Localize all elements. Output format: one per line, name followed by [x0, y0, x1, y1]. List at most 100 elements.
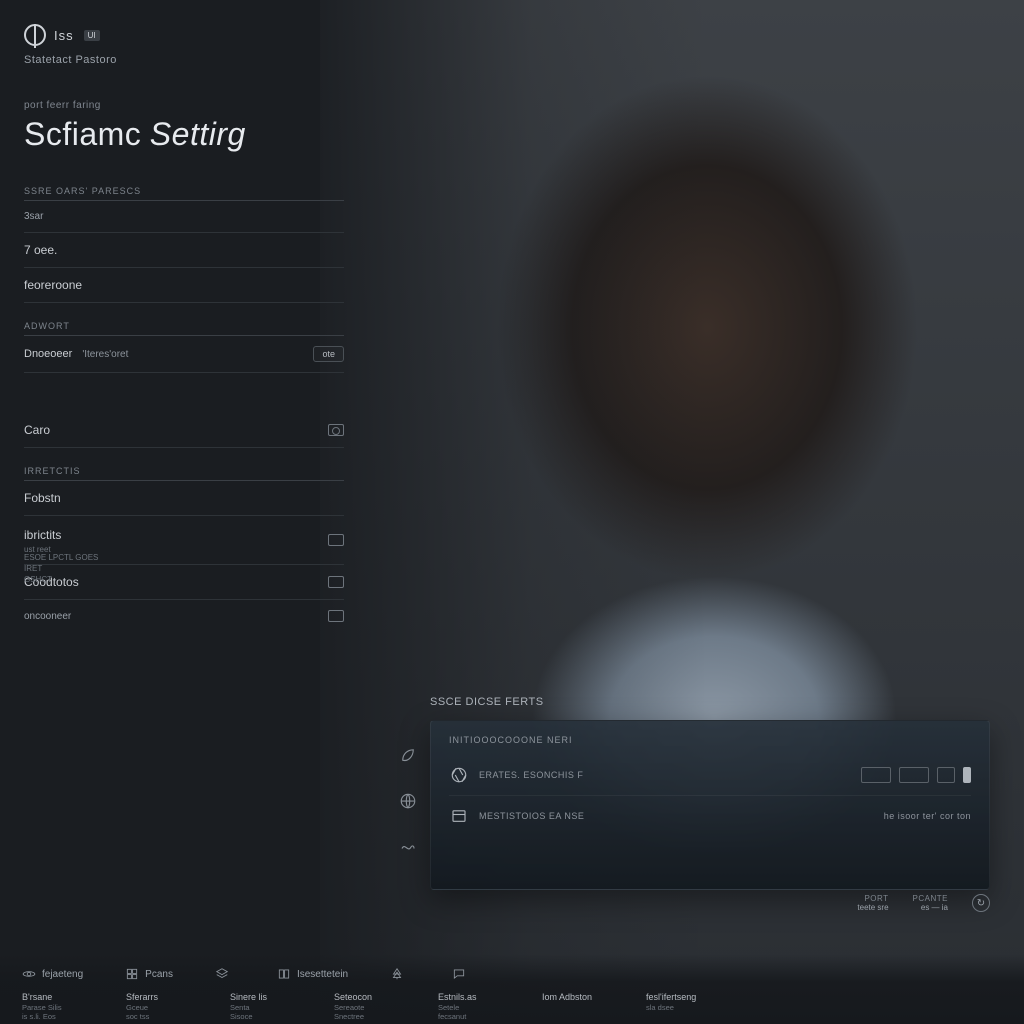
layers-icon: [215, 967, 229, 981]
option-pair: Dnoeoeer 'Iteres'oret: [24, 348, 128, 360]
toolbar-label: Isesettetein: [297, 969, 348, 980]
setting-row[interactable]: oncooneer: [24, 600, 344, 632]
page-title-part-a: Scfiamc: [24, 116, 141, 152]
bottom-col-title: fesl'ifertseng: [646, 992, 732, 1002]
option-b[interactable]: 'Iteres'oret: [82, 349, 128, 360]
card-row-slots: [861, 767, 971, 783]
toolbar-item[interactable]: [452, 967, 472, 981]
bottom-col[interactable]: Sinere lisSentaSisoce: [230, 992, 316, 1022]
page-title-part-b: Settirg: [150, 116, 246, 152]
option-a[interactable]: Dnoeoeer: [24, 348, 72, 360]
bottom-col-title: Seteocon: [334, 992, 420, 1002]
bottom-columns: B'rsaneParase Silisis s.li. Eos Sferarrs…: [22, 992, 1002, 1022]
card-footer: PORT teete sre PCANTE es — ia ↻: [430, 894, 990, 912]
card-subtitle: INITIOOOCOOONE NERI: [449, 735, 971, 745]
setting-row[interactable]: feoreroone: [24, 268, 344, 303]
bottom-col-title: B'rsane: [22, 992, 108, 1002]
panel-icon: [449, 806, 469, 826]
card-row-label: ERATES. ESONCHIS F: [479, 770, 583, 780]
page-eyebrow: port feerr faring: [24, 100, 101, 111]
section-label: IRRETCTIS: [24, 460, 344, 481]
bottom-col-sub: SentaSisoce: [230, 1003, 316, 1022]
globe-icon[interactable]: [398, 791, 418, 811]
card-footer-col[interactable]: ↻: [972, 894, 990, 912]
card-row[interactable]: ERATES. ESONCHIS F: [449, 755, 971, 795]
card-row-label: MESTISTOIOS EA NSE: [479, 811, 584, 821]
bottom-col-sub: SereaoteSnectree: [334, 1003, 420, 1022]
brand-logo-icon: [24, 24, 46, 46]
bottom-col[interactable]: B'rsaneParase Silisis s.li. Eos: [22, 992, 108, 1022]
slot-active-icon[interactable]: [963, 767, 971, 783]
brand-name: Iss: [54, 28, 74, 43]
card-footer-value: teete sre: [857, 903, 888, 912]
toolbar-item[interactable]: fejaeteng: [22, 967, 83, 981]
bottom-col-sub: sla dsee: [646, 1003, 732, 1012]
book-icon: [277, 967, 291, 981]
bottom-col[interactable]: SferarrsGceuesoc tss: [126, 992, 212, 1022]
toolbar-item[interactable]: Isesettetein: [277, 967, 348, 981]
aperture-icon: [449, 765, 469, 785]
card-footer-col: PCANTE es — ia: [913, 894, 948, 912]
slot-icon[interactable]: [937, 767, 955, 783]
bottom-toolbar: fejaeteng Pcans Isesettetein: [22, 960, 1002, 988]
brand-badge: UI: [84, 30, 100, 41]
details-card: INITIOOOCOOONE NERI ERATES. ESONCHIS F M…: [430, 720, 990, 890]
page-title: Scfiamc Settirg: [24, 116, 246, 153]
toolbar-label: fejaeteng: [42, 969, 83, 980]
toolbar-item[interactable]: [390, 967, 410, 981]
setting-row[interactable]: 7 oee.: [24, 233, 344, 268]
toolbar-item[interactable]: [215, 967, 235, 981]
bottom-col-title: Sinere lis: [230, 992, 316, 1002]
camera-icon[interactable]: [328, 424, 344, 436]
bottom-col[interactable]: Estnils.asSetelefecsanut: [438, 992, 524, 1022]
bottom-bar: fejaeteng Pcans Isesettetein: [0, 954, 1024, 1024]
setting-row[interactable]: Caro: [24, 413, 344, 448]
brand-subtitle: Statetact Pastoro: [24, 54, 117, 66]
card-side-icons: [398, 745, 418, 857]
bottom-col-sub: Setelefecsanut: [438, 1003, 524, 1022]
card-row-aside: he isoor ter' cor ton: [884, 811, 971, 821]
scribble-icon[interactable]: [398, 837, 418, 857]
setting-row[interactable]: Dnoeoeer 'Iteres'oret ote: [24, 336, 344, 373]
setting-value: 7 oee.: [24, 243, 57, 257]
setting-label: Caro: [24, 423, 50, 437]
bottom-col-title: Sferarrs: [126, 992, 212, 1002]
bottom-col[interactable]: Iom Adbston: [542, 992, 628, 1022]
card-row[interactable]: MESTISTOIOS EA NSE he isoor ter' cor ton: [449, 795, 971, 836]
bottom-col-title: Iom Adbston: [542, 992, 628, 1002]
card-footer-title: PORT: [857, 894, 888, 903]
mini-stat-block: ESOE LPCTL GOESIRETGSHCT: [24, 552, 98, 586]
tree-icon: [390, 967, 404, 981]
bottom-col[interactable]: fesl'ifertsengsla dsee: [646, 992, 732, 1022]
setting-row[interactable]: 3sar: [24, 201, 344, 233]
setting-label: ibrictits: [24, 528, 61, 542]
card-footer-title: PCANTE: [913, 894, 948, 903]
chat-icon: [452, 967, 466, 981]
leaf-icon[interactable]: [398, 745, 418, 765]
card-footer-col: PORT teete sre: [857, 894, 888, 912]
toolbar-item[interactable]: Pcans: [125, 967, 173, 981]
setting-row[interactable]: Fobstn: [24, 481, 344, 516]
brand: Iss UI: [24, 24, 100, 46]
section-label: adwort: [24, 315, 344, 336]
toolbar-label: Pcans: [145, 969, 173, 980]
orbit-icon: [22, 967, 36, 981]
bottom-col-title: Estnils.as: [438, 992, 524, 1002]
toggle-icon[interactable]: [328, 534, 344, 546]
section-label: ssre oars' parescs: [24, 180, 344, 201]
refresh-icon[interactable]: ↻: [972, 894, 990, 912]
card-footer-value: es — ia: [913, 903, 948, 912]
card-above-label: SSCE DICSE FERTS: [430, 696, 544, 708]
bottom-col-sub: Parase Silisis s.li. Eos: [22, 1003, 108, 1022]
apply-button[interactable]: ote: [313, 346, 344, 362]
toggle-icon[interactable]: [328, 576, 344, 588]
setting-label: oncooneer: [24, 611, 71, 622]
slot-icon[interactable]: [899, 767, 929, 783]
grid-icon: [125, 967, 139, 981]
bottom-col-sub: Gceuesoc tss: [126, 1003, 212, 1022]
bottom-col[interactable]: SeteoconSereaoteSnectree: [334, 992, 420, 1022]
setting-label: feoreroone: [24, 278, 82, 292]
toggle-icon[interactable]: [328, 610, 344, 622]
slot-icon[interactable]: [861, 767, 891, 783]
setting-label: Fobstn: [24, 491, 61, 505]
